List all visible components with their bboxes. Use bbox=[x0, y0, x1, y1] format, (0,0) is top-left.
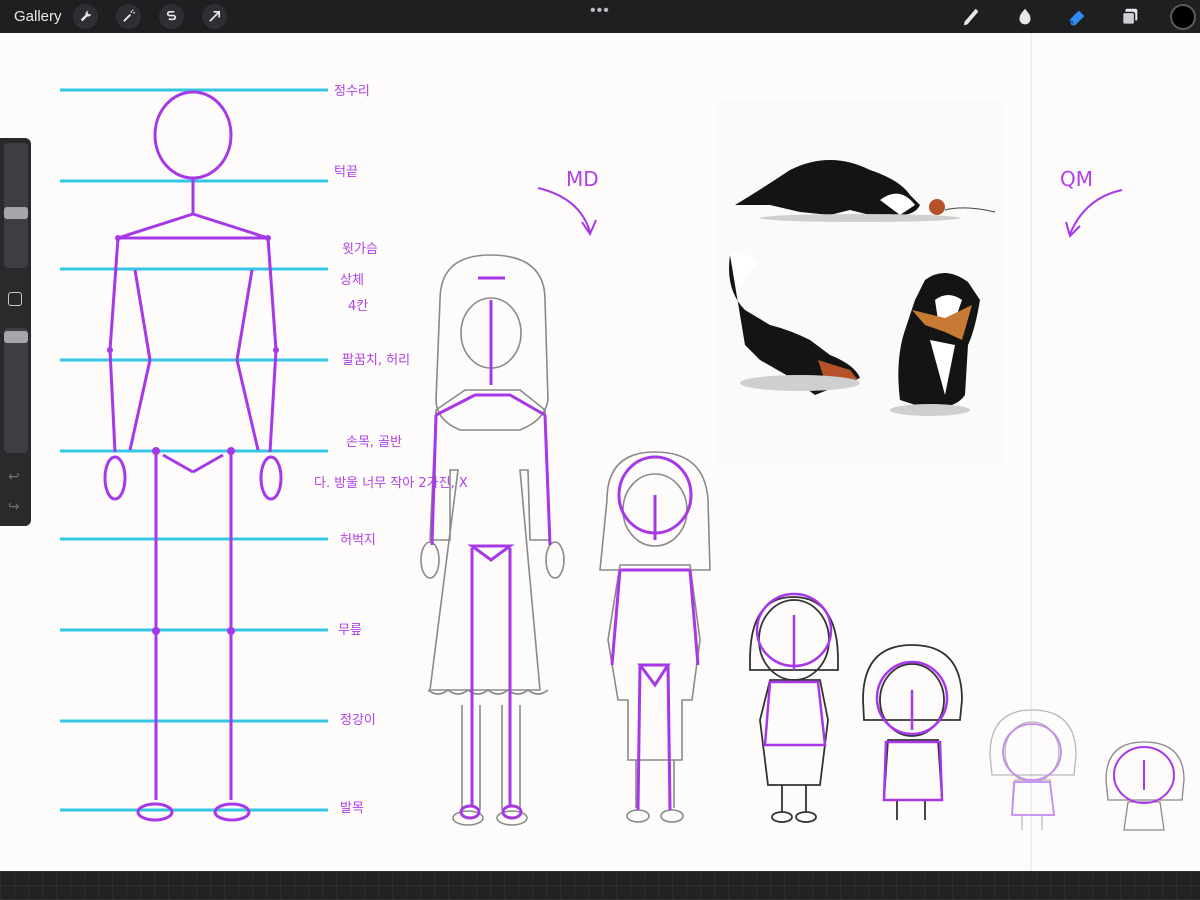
layers-icon[interactable] bbox=[1118, 5, 1142, 29]
brush-size-thumb[interactable] bbox=[4, 207, 28, 219]
arrow-cursor-icon[interactable] bbox=[202, 4, 227, 29]
top-toolbar: Gallery ••• bbox=[0, 0, 1200, 33]
selection-s-icon[interactable] bbox=[159, 4, 184, 29]
modify-button[interactable] bbox=[8, 292, 22, 306]
reference-dog-images bbox=[715, 100, 1005, 470]
brush-sidebar: ↩ ↪ bbox=[0, 138, 31, 526]
skeleton-figure bbox=[103, 90, 283, 822]
label-shoulder: 윗가슴 bbox=[342, 242, 378, 257]
label-qm: QM bbox=[1060, 167, 1093, 191]
label-chin: 턱끝 bbox=[334, 165, 358, 180]
label-knee: 무릎 bbox=[338, 623, 362, 638]
label-thigh: 허벅지 bbox=[340, 533, 376, 548]
label-elbow: 팔꿈치, 허리 bbox=[342, 353, 410, 368]
brush-size-slider[interactable] bbox=[4, 143, 28, 268]
label-chest: 상체 bbox=[340, 273, 364, 288]
magic-wand-icon[interactable] bbox=[116, 4, 141, 29]
undo-icon[interactable]: ↩ bbox=[8, 468, 20, 485]
eraser-icon[interactable] bbox=[1065, 5, 1089, 29]
opacity-thumb[interactable] bbox=[4, 331, 28, 343]
label-md: MD bbox=[566, 167, 599, 191]
label-wrist: 손목, 골반 bbox=[346, 435, 402, 450]
label-chest-2: 4칸 bbox=[348, 299, 368, 314]
redo-icon[interactable]: ↪ bbox=[8, 498, 20, 515]
smudge-icon[interactable] bbox=[1013, 5, 1037, 29]
wrench-icon[interactable] bbox=[73, 4, 98, 29]
color-picker-swatch[interactable] bbox=[1170, 4, 1196, 30]
gallery-button[interactable]: Gallery bbox=[14, 8, 62, 25]
label-shin: 정강이 bbox=[340, 713, 376, 728]
sketch-figure-chibi-1 bbox=[989, 709, 1077, 830]
sketch-figure-toddler bbox=[862, 644, 963, 820]
label-crotch-note: 다. 방울 너무 작아 2가진, X bbox=[314, 476, 468, 491]
label-head-top: 정수리 bbox=[334, 84, 370, 99]
bottom-dock bbox=[0, 871, 1200, 900]
brush-icon[interactable] bbox=[960, 5, 984, 29]
label-foot: 발목 bbox=[340, 801, 364, 816]
canvas-artwork: 정수리 턱끝 윗가슴 상체 4칸 팔꿈치, 허리 손목, 골반 다. 방울 너무… bbox=[60, 33, 1185, 871]
more-options-icon[interactable]: ••• bbox=[590, 2, 610, 20]
opacity-slider[interactable] bbox=[4, 328, 28, 453]
drawing-canvas[interactable]: 정수리 턱끝 윗가슴 상체 4칸 팔꿈치, 허리 손목, 골반 다. 방울 너무… bbox=[0, 33, 1200, 871]
